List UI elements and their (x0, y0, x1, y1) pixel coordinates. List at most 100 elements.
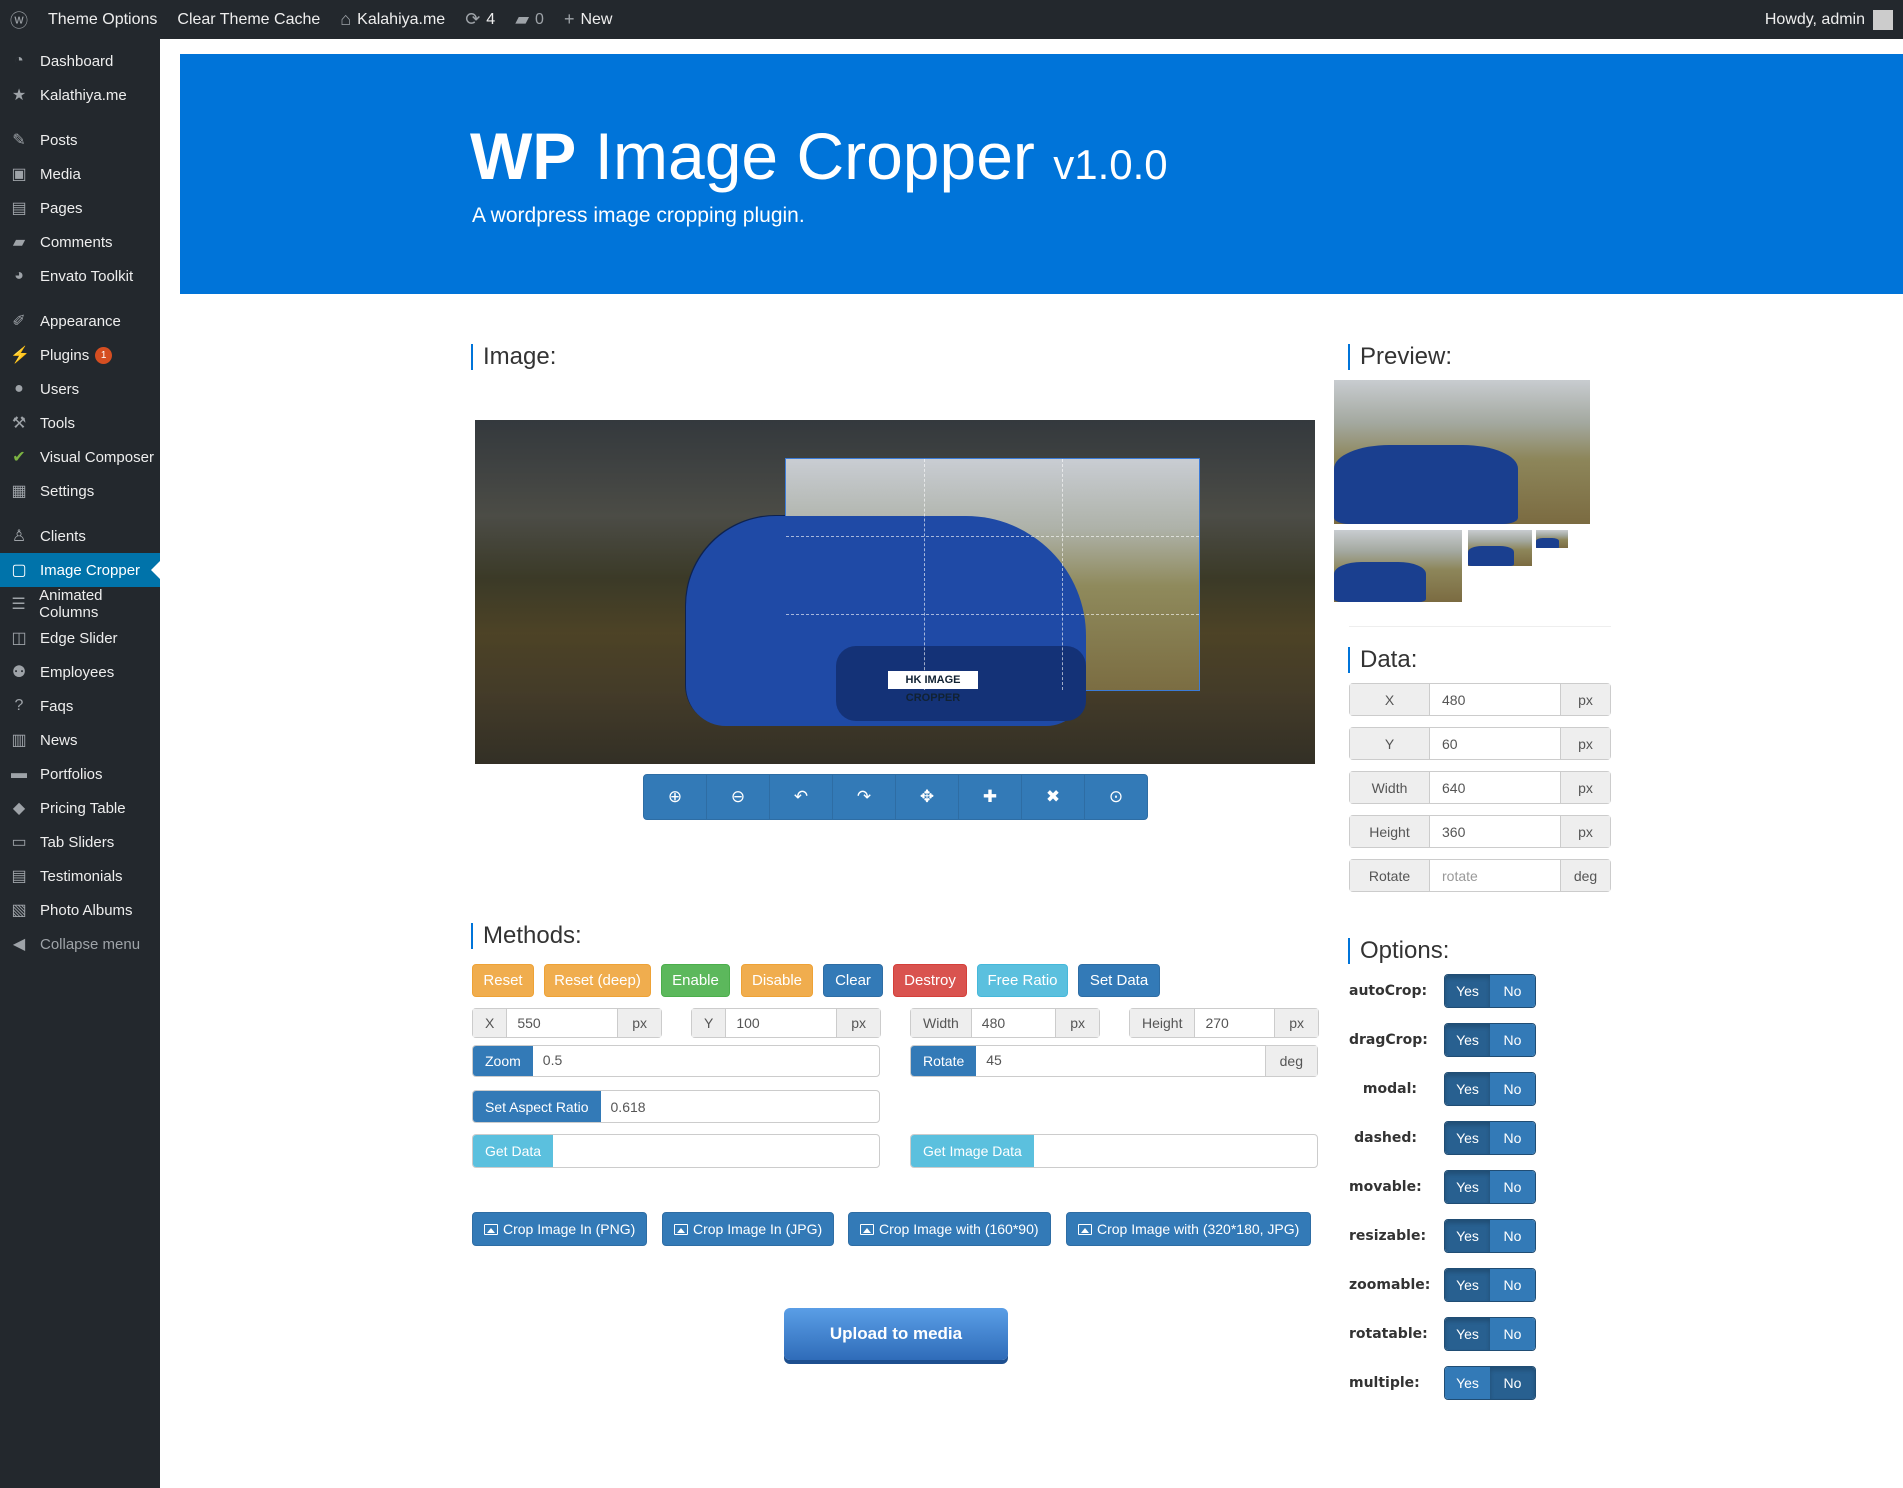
sidebar-item-photo-albums[interactable]: ▧ Photo Albums (0, 893, 160, 927)
get-data-button[interactable]: Get Data (473, 1135, 554, 1167)
clear-cache-link[interactable]: Clear Theme Cache (167, 0, 330, 39)
sidebar-item-label: Posts (40, 131, 78, 149)
sidebar-item-settings[interactable]: ▦ Settings (0, 474, 160, 508)
crop-jpg-button[interactable]: Crop Image In (JPG) (662, 1212, 835, 1246)
sidebar-item-image-cropper[interactable]: ▢ Image Cropper (0, 553, 160, 587)
sidebar-item-news[interactable]: ▥ News (0, 723, 160, 757)
columns-icon: ☰ (11, 596, 26, 613)
get-data-output[interactable] (553, 1135, 879, 1167)
rotate-button[interactable]: Rotate (911, 1046, 977, 1076)
set-aspect-ratio-button[interactable]: Set Aspect Ratio (473, 1091, 601, 1122)
method-x-input[interactable]: 550 (507, 1009, 617, 1037)
yes-toggle[interactable]: Yes (1445, 1318, 1490, 1350)
rotate-input[interactable]: 45 (976, 1046, 1264, 1076)
yes-toggle[interactable]: Yes (1445, 1171, 1490, 1203)
no-toggle[interactable]: No (1490, 1122, 1535, 1154)
clear-button[interactable]: Clear (823, 964, 883, 997)
no-toggle[interactable]: No (1490, 1024, 1535, 1056)
crop-png-button[interactable]: Crop Image In (PNG) (472, 1212, 648, 1246)
no-toggle[interactable]: No (1490, 1220, 1535, 1252)
data-y-input[interactable]: 60 (1430, 728, 1560, 759)
sidebar-item-animated-columns[interactable]: ☰ Animated Columns (0, 587, 160, 621)
disable-button[interactable]: Disable (741, 964, 813, 997)
sidebar-item-appearance[interactable]: ✐ Appearance (0, 304, 160, 338)
sidebar-item-portfolios[interactable]: ▬ Portfolios (0, 757, 160, 791)
yes-toggle[interactable]: Yes (1445, 1220, 1490, 1252)
upload-to-media-button[interactable]: Upload to media (784, 1308, 1008, 1360)
sidebar-item-clients[interactable]: ♙ Clients (0, 519, 160, 553)
sidebar-item-tools[interactable]: ⚒ Tools (0, 406, 160, 440)
zoom-in-button[interactable]: ⊕ (644, 775, 707, 819)
crop-button[interactable]: ✚ (959, 775, 1022, 819)
image-canvas[interactable]: HK IMAGE CROPPER (475, 420, 1315, 764)
no-toggle[interactable]: No (1490, 975, 1535, 1007)
rotate-left-button[interactable]: ↶ (770, 775, 833, 819)
crop-160-button[interactable]: Crop Image with (160*90) (848, 1212, 1051, 1246)
zoom-input[interactable]: 0.5 (533, 1046, 879, 1076)
no-toggle[interactable]: No (1490, 1171, 1535, 1203)
updates-count: 4 (486, 10, 496, 28)
option-label: multiple: (1349, 1375, 1420, 1391)
get-image-data-output[interactable] (1034, 1135, 1317, 1167)
no-toggle[interactable]: No (1490, 1269, 1535, 1301)
collapse-menu[interactable]: ◀ Collapse menu (0, 927, 160, 961)
sidebar-item-pages[interactable]: ▤ Pages (0, 191, 160, 225)
data-x-input[interactable]: 480 (1430, 684, 1560, 715)
get-image-data-button[interactable]: Get Image Data (911, 1135, 1034, 1167)
yes-toggle[interactable]: Yes (1445, 1024, 1490, 1056)
data-y-label: Y (1350, 728, 1430, 759)
yes-toggle[interactable]: Yes (1445, 1367, 1490, 1399)
wp-logo[interactable]: ⓦ (0, 0, 38, 39)
sidebar-item-testimonials[interactable]: ▤ Testimonials (0, 859, 160, 893)
reset-deep-button[interactable]: Reset (deep) (544, 964, 651, 997)
sidebar-item-dashboard[interactable]: ◔ Dashboard (0, 44, 160, 78)
sidebar-item-media[interactable]: ▣ Media (0, 157, 160, 191)
sidebar-item-posts[interactable]: ✎ Posts (0, 123, 160, 157)
account-menu[interactable]: Howdy, admin (1765, 9, 1903, 30)
yes-toggle[interactable]: Yes (1445, 1269, 1490, 1301)
data-height-input[interactable]: 360 (1430, 816, 1560, 847)
free-ratio-button[interactable]: Free Ratio (977, 964, 1068, 997)
rotate-right-button[interactable]: ↷ (833, 775, 896, 819)
move-button[interactable]: ✥ (896, 775, 959, 819)
no-toggle[interactable]: No (1490, 1073, 1535, 1105)
zoom-button[interactable]: Zoom (473, 1046, 533, 1076)
data-width-input[interactable]: 640 (1430, 772, 1560, 803)
destroy-button[interactable]: Destroy (893, 964, 967, 997)
sidebar-item-comments[interactable]: ▰ Comments (0, 225, 160, 259)
yes-toggle[interactable]: Yes (1445, 1122, 1490, 1154)
clear-crop-button[interactable]: ✖ (1022, 775, 1085, 819)
sidebar-item-faqs[interactable]: ? Faqs (0, 689, 160, 723)
updates-link[interactable]: ⟳ 4 (455, 0, 505, 39)
enable-button[interactable]: Enable (661, 964, 730, 997)
method-height-input[interactable]: 270 (1195, 1009, 1274, 1037)
sidebar-item-envato[interactable]: ◕ Envato Toolkit (0, 259, 160, 293)
new-content-link[interactable]: + New (554, 0, 623, 39)
no-toggle[interactable]: No (1490, 1318, 1535, 1350)
upload-button[interactable]: ⊙ (1085, 775, 1147, 819)
comments-link[interactable]: ▰ 0 (505, 0, 554, 39)
sidebar-item-kalathiya[interactable]: ★ Kalathiya.me (0, 78, 160, 112)
crop-320-button[interactable]: Crop Image with (320*180, JPG) (1066, 1212, 1312, 1246)
yes-toggle[interactable]: Yes (1445, 975, 1490, 1007)
reset-button[interactable]: Reset (472, 964, 534, 997)
sidebar-item-tab-sliders[interactable]: ▭ Tab Sliders (0, 825, 160, 859)
data-rotate-input[interactable]: rotate (1430, 860, 1560, 891)
option-toggle: Yes No (1444, 1317, 1536, 1351)
sidebar-item-plugins[interactable]: ⚡ Plugins 1 (0, 338, 160, 372)
crop-box[interactable]: HK IMAGE CROPPER (686, 458, 1200, 726)
aspect-ratio-input[interactable]: 0.618 (601, 1091, 879, 1122)
theme-options-link[interactable]: Theme Options (38, 0, 167, 39)
sidebar-item-users[interactable]: ● Users (0, 372, 160, 406)
sidebar-item-employees[interactable]: ⚉ Employees (0, 655, 160, 689)
method-width-input[interactable]: 480 (972, 1009, 1055, 1037)
no-toggle[interactable]: No (1490, 1367, 1535, 1399)
sidebar-item-visual-composer[interactable]: ✔ Visual Composer (0, 440, 160, 474)
sidebar-item-edge-slider[interactable]: ◫ Edge Slider (0, 621, 160, 655)
site-name-link[interactable]: ⌂ Kalahiya.me (330, 0, 455, 39)
set-data-button[interactable]: Set Data (1078, 964, 1160, 997)
sidebar-item-pricing-table[interactable]: ◆ Pricing Table (0, 791, 160, 825)
method-y-input[interactable]: 100 (726, 1009, 836, 1037)
yes-toggle[interactable]: Yes (1445, 1073, 1490, 1105)
zoom-out-button[interactable]: ⊖ (707, 775, 770, 819)
